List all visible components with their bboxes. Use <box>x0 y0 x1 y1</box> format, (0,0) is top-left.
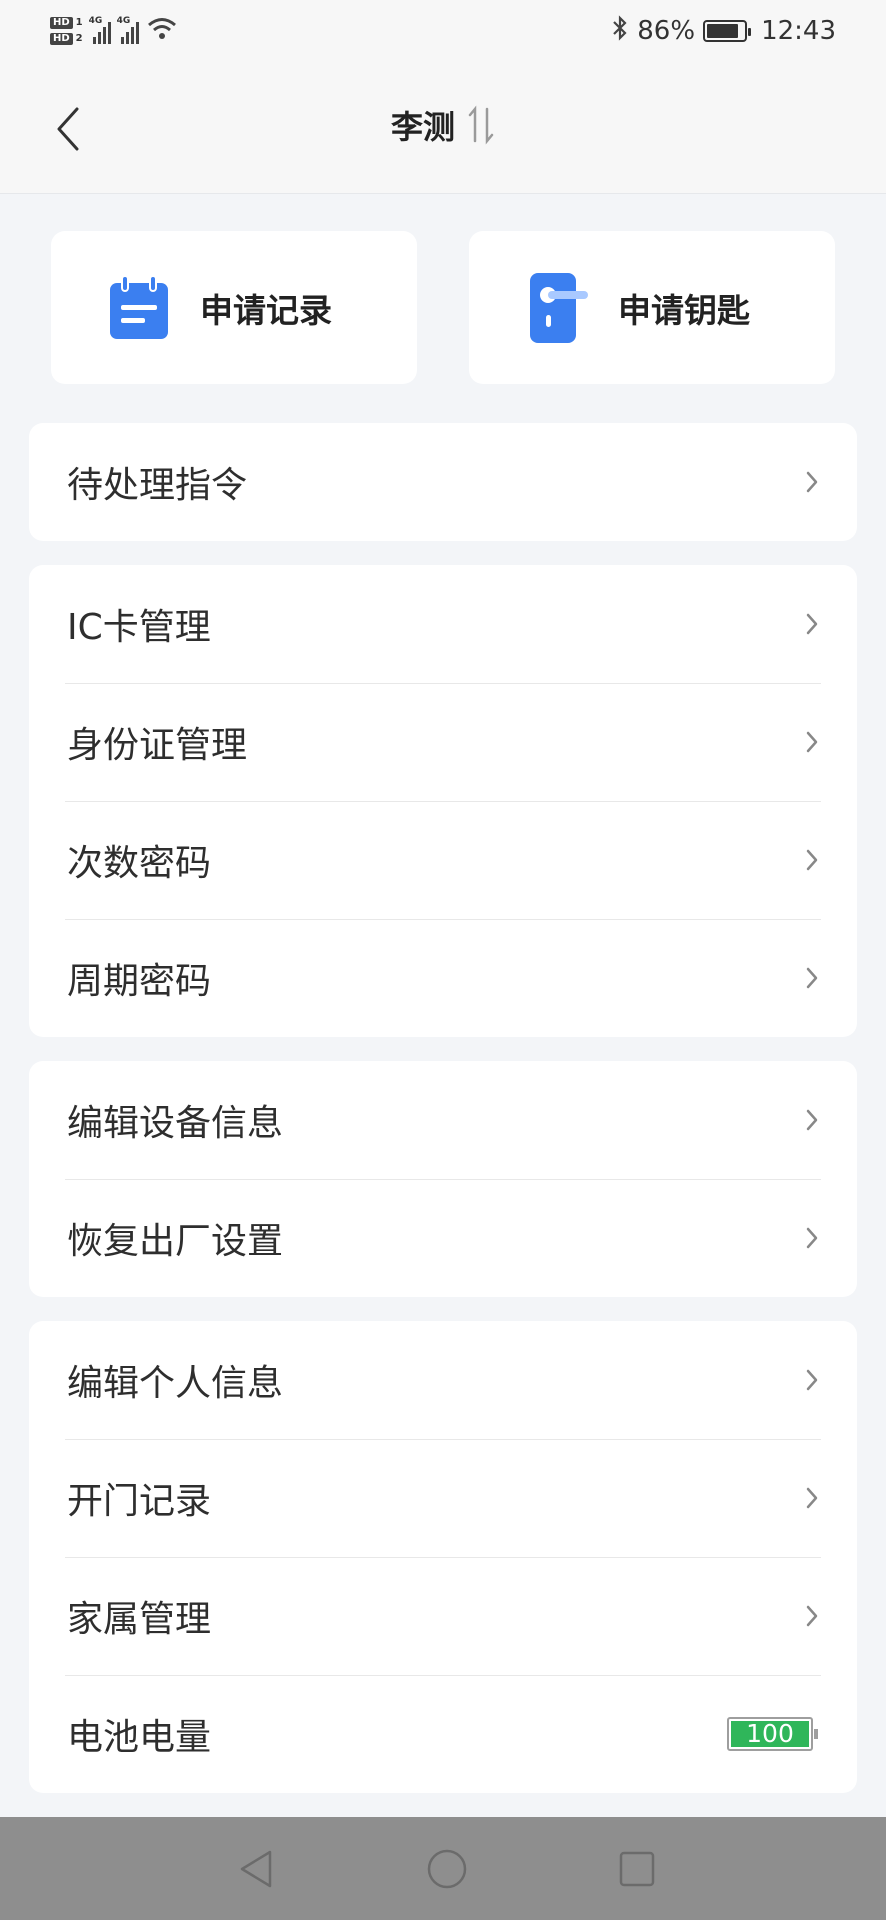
battery-icon <box>703 20 752 42</box>
nav-recents-button[interactable] <box>613 1845 661 1893</box>
battery-level-value: 100 <box>731 1721 809 1747</box>
chevron-right-icon <box>805 1368 819 1392</box>
nav-back-button[interactable] <box>232 1845 280 1893</box>
battery-percent: 86% <box>637 16 696 46</box>
menu-item-id-card[interactable]: 身份证管理 <box>29 683 857 801</box>
door-key-icon <box>524 272 590 344</box>
menu-item-family[interactable]: 家属管理 <box>29 1557 857 1675</box>
hd-indicators: HD 1 HD 2 <box>50 17 83 45</box>
sort-arrows-icon[interactable] <box>467 105 495 145</box>
clock: 12:43 <box>761 16 836 46</box>
menu-item-ic-card[interactable]: IC卡管理 <box>29 565 857 683</box>
credentials-group: IC卡管理 身份证管理 次数密码 周期密码 <box>29 565 857 1037</box>
chevron-right-icon <box>805 470 819 494</box>
hd2-indicator: HD 2 <box>50 33 83 45</box>
apply-key-label: 申请钥匙 <box>618 290 750 330</box>
chevron-right-icon <box>805 730 819 754</box>
nav-home-button[interactable] <box>423 1845 471 1893</box>
apply-key-card[interactable]: 申请钥匙 <box>469 231 835 384</box>
chevron-right-icon <box>805 1108 819 1132</box>
screen: HD 1 HD 2 4G 4G 86% 12:43 李测 申请记录 申请钥匙 待… <box>0 0 886 1920</box>
apply-record-label: 申请记录 <box>200 290 332 330</box>
menu-item-count-password[interactable]: 次数密码 <box>29 801 857 919</box>
menu-item-door-log[interactable]: 开门记录 <box>29 1439 857 1557</box>
chevron-right-icon <box>805 848 819 872</box>
triangle-back-icon <box>240 1850 272 1887</box>
menu-item-edit-personal[interactable]: 编辑个人信息 <box>29 1321 857 1439</box>
device-group: 编辑设备信息 恢复出厂设置 <box>29 1061 857 1297</box>
apply-record-card[interactable]: 申请记录 <box>51 231 417 384</box>
menu-item-factory-reset[interactable]: 恢复出厂设置 <box>29 1179 857 1297</box>
status-right: 86% 12:43 <box>611 14 836 48</box>
chevron-right-icon <box>805 1604 819 1628</box>
nav-header: 李测 <box>0 62 886 194</box>
chevron-right-icon <box>805 966 819 990</box>
personal-group: 编辑个人信息 开门记录 家属管理 电池电量 100 <box>29 1321 857 1793</box>
battery-level-badge: 100 <box>727 1717 818 1751</box>
page-title: 李测 <box>390 108 455 146</box>
title-wrap: 李测 <box>0 102 886 148</box>
menu-item-pending-commands[interactable]: 待处理指令 <box>29 423 857 541</box>
signal-2-icon: 4G <box>117 16 139 44</box>
calendar-list-icon <box>106 272 172 344</box>
signal-1-icon: 4G <box>89 16 111 44</box>
square-recents-icon <box>619 1851 655 1886</box>
battery-fill <box>707 24 739 38</box>
chevron-right-icon <box>805 1226 819 1250</box>
hd1-indicator: HD 1 <box>50 17 83 29</box>
status-left: HD 1 HD 2 4G 4G <box>50 16 177 47</box>
pending-group: 待处理指令 <box>29 423 857 541</box>
circle-home-icon <box>427 1849 466 1888</box>
system-nav-bar <box>0 1817 886 1920</box>
chevron-right-icon <box>805 612 819 636</box>
menu-item-edit-device[interactable]: 编辑设备信息 <box>29 1061 857 1179</box>
menu-item-cycle-password[interactable]: 周期密码 <box>29 919 857 1037</box>
bluetooth-icon <box>611 14 629 48</box>
chevron-right-icon <box>805 1486 819 1510</box>
menu-item-battery: 电池电量 100 <box>29 1675 857 1793</box>
status-bar: HD 1 HD 2 4G 4G 86% 12:43 <box>0 0 886 62</box>
wifi-icon <box>147 16 177 47</box>
